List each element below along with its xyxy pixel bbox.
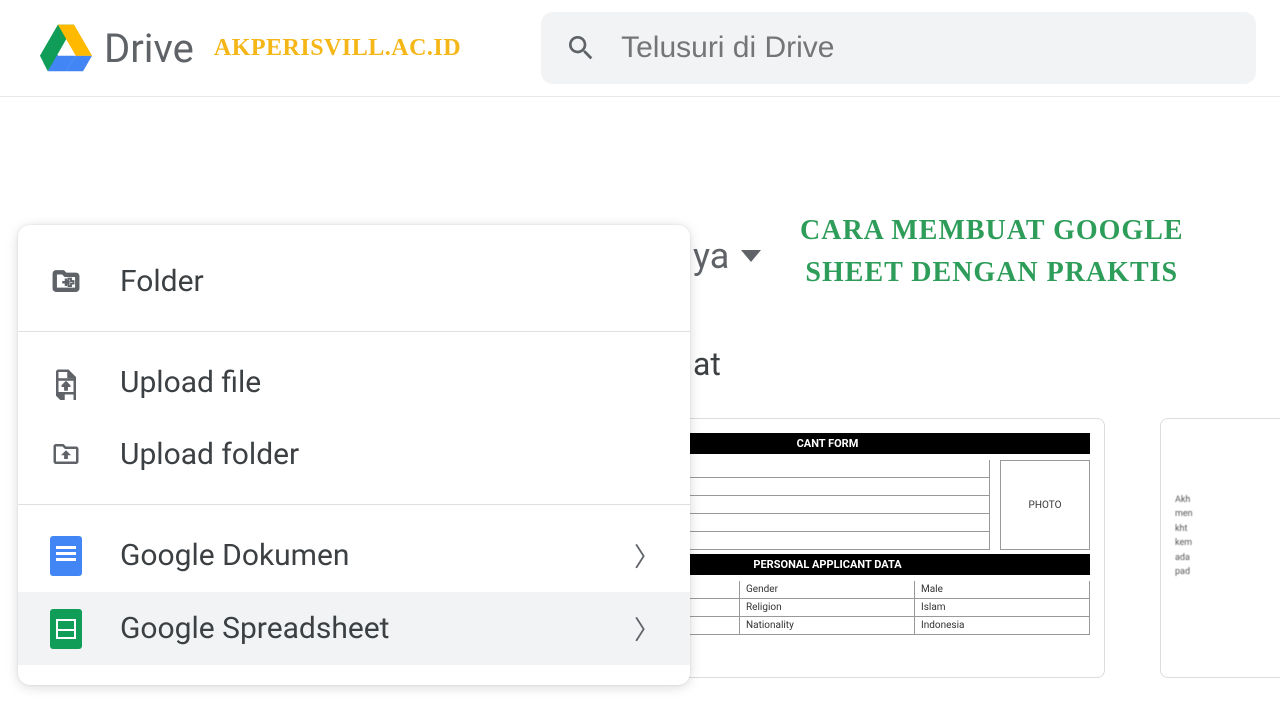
app-title: Drive: [104, 25, 194, 72]
menu-item-google-docs[interactable]: Google Dokumen 〉: [18, 519, 690, 592]
section-title-fragment: at: [693, 345, 721, 383]
upload-folder-icon: [48, 436, 84, 472]
upload-file-icon: [48, 364, 84, 400]
menu-label: Upload folder: [120, 437, 660, 472]
caret-down-icon: [741, 250, 761, 262]
menu-separator: [18, 504, 690, 505]
file-card[interactable]: Akhmenkhtkemadapad: [1160, 418, 1280, 678]
menu-label: Upload file: [120, 365, 660, 400]
overlay-line2: SHEET DENGAN PRAKTIS: [800, 252, 1184, 294]
menu-label: Google Dokumen: [120, 538, 598, 573]
menu-separator: [18, 331, 690, 332]
chevron-right-icon: 〉: [634, 537, 660, 574]
menu-label: Folder: [120, 264, 660, 299]
breadcrumb-fragment: ya: [693, 235, 729, 277]
app-header: Drive AKPERISVILL.AC.ID: [0, 0, 1280, 97]
menu-item-google-sheets[interactable]: Google Spreadsheet 〉: [18, 592, 690, 665]
menu-label: Google Spreadsheet: [120, 611, 598, 646]
file-preview: Akhmenkhtkemadapad: [1175, 433, 1280, 663]
search-icon: [565, 32, 597, 64]
annotation-overlay: CARA MEMBUAT GOOGLE SHEET DENGAN PRAKTIS: [800, 210, 1184, 294]
docs-icon: [48, 538, 84, 574]
search-bar[interactable]: [541, 12, 1256, 84]
overlay-line1: CARA MEMBUAT GOOGLE: [800, 210, 1184, 252]
menu-item-upload-folder[interactable]: Upload folder: [18, 418, 690, 490]
watermark-text: AKPERISVILL.AC.ID: [214, 35, 461, 62]
chevron-right-icon: 〉: [634, 610, 660, 647]
logo-area[interactable]: Drive AKPERISVILL.AC.ID: [40, 24, 461, 72]
sheets-icon: [48, 611, 84, 647]
folder-plus-icon: [48, 263, 84, 299]
breadcrumb[interactable]: ya: [693, 235, 761, 277]
menu-item-upload-file[interactable]: Upload file: [18, 346, 690, 418]
new-menu: Folder Upload file Upload folder Google …: [18, 225, 690, 685]
photo-placeholder: PHOTO: [1000, 460, 1090, 550]
drive-logo-icon: [40, 24, 92, 72]
search-input[interactable]: [621, 31, 1232, 65]
menu-item-folder[interactable]: Folder: [18, 245, 690, 317]
